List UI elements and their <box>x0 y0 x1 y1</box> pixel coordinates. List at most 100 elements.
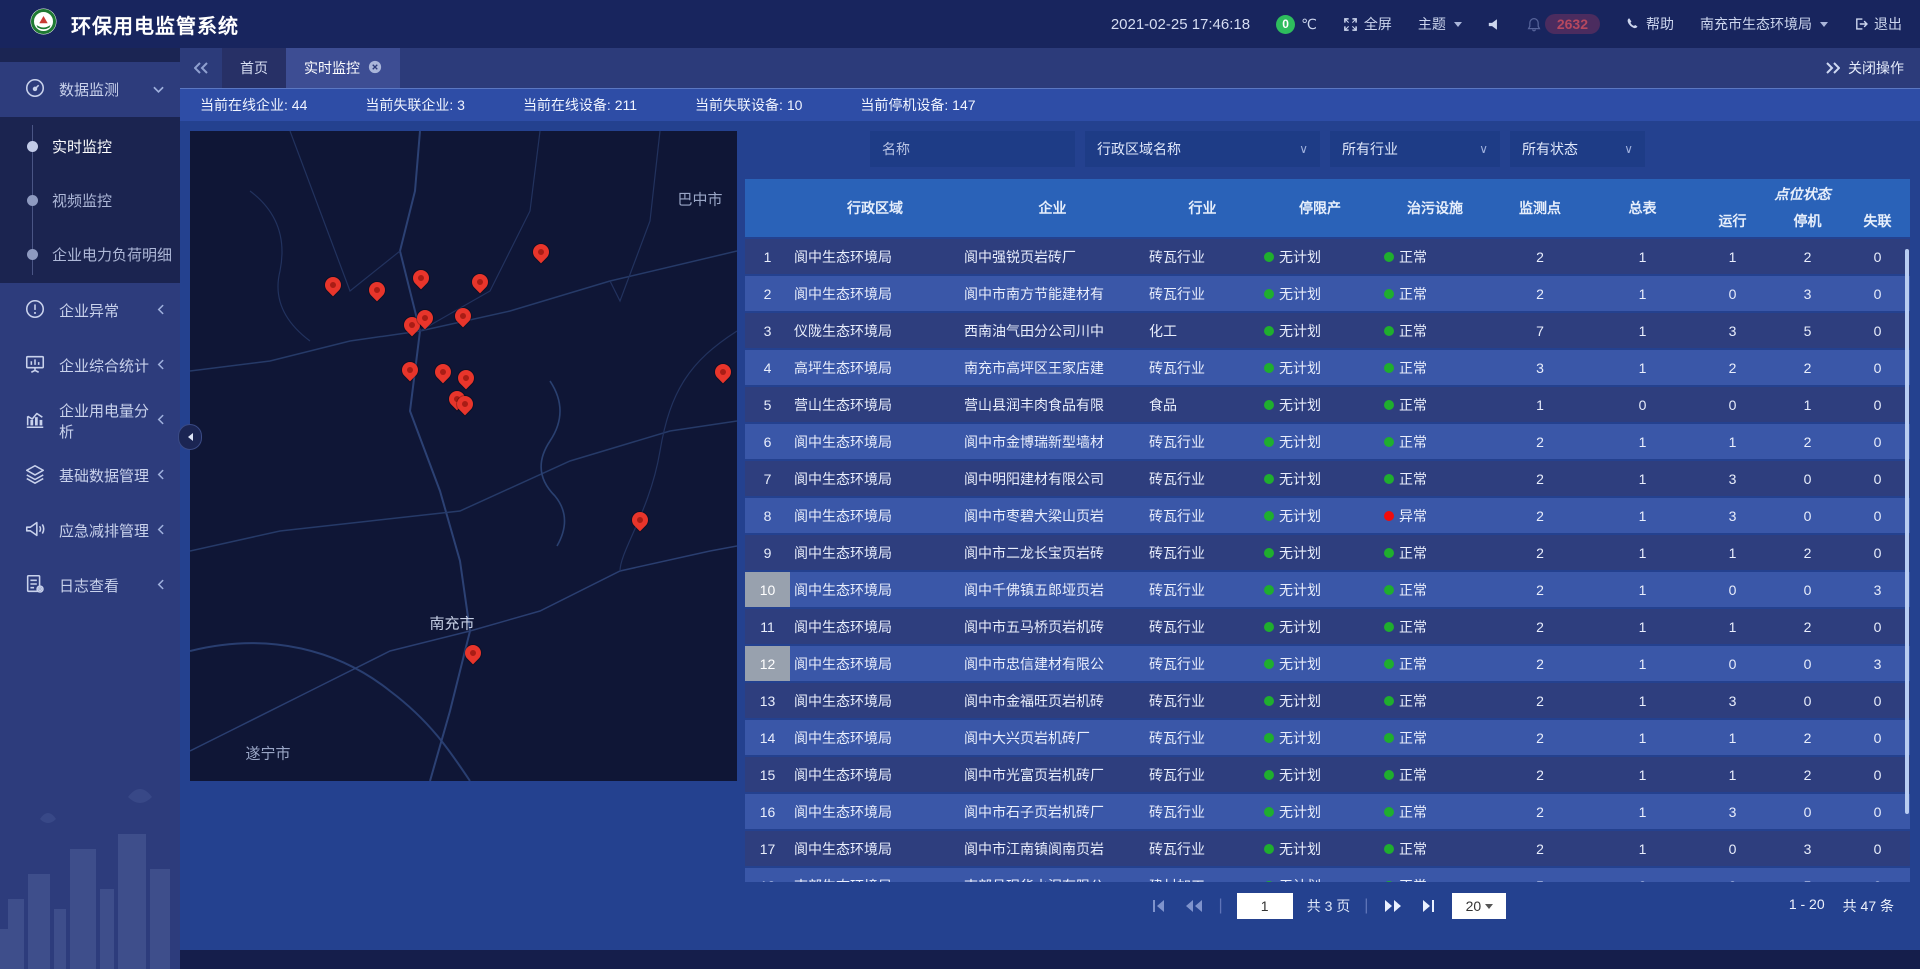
name-filter-input[interactable] <box>870 131 1075 167</box>
industry-filter-select[interactable]: 所有行业 ∨ <box>1330 131 1500 167</box>
region-filter-select[interactable]: 行政区域名称 ∨ <box>1085 131 1320 167</box>
table-row-14[interactable]: 14阆中生态环境局阆中大兴页岩机砖厂砖瓦行业无计划正常21120 <box>745 720 1910 755</box>
cell-region: 阆中生态环境局 <box>790 794 960 829</box>
cell-limit: 无计划 <box>1260 720 1380 755</box>
cell-index: 9 <box>745 535 790 570</box>
cell-region: 阆中生态环境局 <box>790 609 960 644</box>
last-page-button[interactable] <box>1418 899 1438 913</box>
cell-run: 1 <box>1695 609 1770 644</box>
cell-points: 2 <box>1490 239 1590 274</box>
page-size-select[interactable]: 20 <box>1452 893 1506 919</box>
chevron-down-icon <box>1820 22 1828 27</box>
cell-facility-label: 正常 <box>1399 247 1427 267</box>
cell-lost: 0 <box>1845 387 1910 422</box>
column-header-stop: 停机 <box>1770 205 1845 237</box>
fullscreen-button[interactable]: 全屏 <box>1343 14 1392 34</box>
logout-button[interactable]: 退出 <box>1854 14 1902 34</box>
status-dot-icon <box>1384 733 1394 743</box>
cell-facility: 正常 <box>1380 424 1490 459</box>
table-row-13[interactable]: 13阆中生态环境局阆中市金福旺页岩机砖砖瓦行业无计划正常21300 <box>745 683 1910 718</box>
table-row-3[interactable]: 3仪陇生态环境局西南油气田分公司川中化工无计划正常71350 <box>745 313 1910 348</box>
table-row-18[interactable]: 18南部生态环境局南部县珉华水泥有限公建材加工无计划正常50050 <box>745 868 1910 882</box>
cell-index: 14 <box>745 720 790 755</box>
mute-button[interactable] <box>1488 18 1501 31</box>
sidebar-item-log-view[interactable]: 日志查看 <box>0 558 180 613</box>
theme-menu-button[interactable]: 主题 <box>1418 14 1462 34</box>
sidebar-item-enterprise-stats[interactable]: 企业综合统计 <box>0 338 180 393</box>
first-page-button[interactable] <box>1149 899 1169 913</box>
tab-close-icon[interactable] <box>368 60 382 77</box>
prev-page-button[interactable] <box>1183 899 1205 913</box>
tab-home[interactable]: 首页 <box>222 48 286 88</box>
cell-company: 营山县润丰肉食品有限 <box>960 387 1145 422</box>
cell-region: 阆中生态环境局 <box>790 831 960 866</box>
sidebar-subitem-实时监控[interactable]: 实时监控 <box>0 119 180 173</box>
cell-industry: 砖瓦行业 <box>1145 794 1260 829</box>
cell-company: 阆中市金福旺页岩机砖 <box>960 683 1145 718</box>
cell-region: 阆中生态环境局 <box>790 276 960 311</box>
sidebar-item-base-data[interactable]: 基础数据管理 <box>0 448 180 503</box>
cell-stop: 0 <box>1770 572 1845 607</box>
cell-stop: 0 <box>1770 461 1845 496</box>
cell-industry: 化工 <box>1145 313 1260 348</box>
top-header: 环保用电监管系统 2021-02-25 17:46:18 0 ℃ 全屏 主题 <box>0 0 1920 48</box>
help-button[interactable]: 帮助 <box>1626 14 1674 34</box>
cell-stop: 0 <box>1770 794 1845 829</box>
status-dot-icon <box>1384 289 1394 299</box>
cell-stop: 0 <box>1770 498 1845 533</box>
close-operations-button[interactable]: 关闭操作 <box>1826 58 1920 78</box>
next-page-button[interactable] <box>1382 899 1404 913</box>
sidebar-subitem-视频监控[interactable]: 视频监控 <box>0 173 180 227</box>
cell-company: 阆中市二龙长宝页岩砖 <box>960 535 1145 570</box>
sidebar-subitem-企业电力负荷明细[interactable]: 企业电力负荷明细 <box>0 227 180 281</box>
cell-limit: 无计划 <box>1260 609 1380 644</box>
cell-industry: 砖瓦行业 <box>1145 461 1260 496</box>
org-menu-button[interactable]: 南充市生态环境局 <box>1700 14 1828 34</box>
cell-facility-label: 正常 <box>1399 432 1427 452</box>
status-dot-icon <box>1264 659 1274 669</box>
map-roads-decoration <box>190 131 737 781</box>
table-row-10[interactable]: 10阆中生态环境局阆中千佛镇五郎垭页岩砖瓦行业无计划正常21003 <box>745 572 1910 607</box>
table-row-11[interactable]: 11阆中生态环境局阆中市五马桥页岩机砖砖瓦行业无计划正常21120 <box>745 609 1910 644</box>
status-dot-icon <box>1264 363 1274 373</box>
page-number-input[interactable] <box>1237 893 1293 919</box>
cell-facility-label: 正常 <box>1399 839 1427 859</box>
table-row-8[interactable]: 8阆中生态环境局阆中市枣碧大梁山页岩砖瓦行业无计划异常21300 <box>745 498 1910 533</box>
table-row-5[interactable]: 5营山生态环境局营山县润丰肉食品有限食品无计划正常10010 <box>745 387 1910 422</box>
sidebar-item-enterprise-abnormal[interactable]: 企业异常 <box>0 283 180 338</box>
cell-stop: 5 <box>1770 868 1845 882</box>
tab-scroll-left-button[interactable] <box>180 48 222 88</box>
map-panel[interactable]: 巴中市南充市遂宁市 <box>190 131 737 781</box>
cell-run: 0 <box>1695 276 1770 311</box>
cell-points: 2 <box>1490 535 1590 570</box>
table-row-15[interactable]: 15阆中生态环境局阆中市光富页岩机砖厂砖瓦行业无计划正常21120 <box>745 757 1910 792</box>
table-row-1[interactable]: 1阆中生态环境局阆中强锐页岩砖厂砖瓦行业无计划正常21120 <box>745 239 1910 274</box>
sidebar-item-data-monitor[interactable]: 数据监测 <box>0 62 180 117</box>
table-row-9[interactable]: 9阆中生态环境局阆中市二龙长宝页岩砖砖瓦行业无计划正常21120 <box>745 535 1910 570</box>
sidebar-item-label: 企业综合统计 <box>59 355 157 376</box>
cell-company: 阆中市忠信建材有限公 <box>960 646 1145 681</box>
table-row-6[interactable]: 6阆中生态环境局阆中市金博瑞新型墙材砖瓦行业无计划正常21120 <box>745 424 1910 459</box>
map-collapse-handle[interactable] <box>178 424 202 450</box>
table-row-4[interactable]: 4高坪生态环境局南充市高坪区王家店建砖瓦行业无计划正常31220 <box>745 350 1910 385</box>
notification-count-badge[interactable]: 2632 <box>1545 14 1600 34</box>
table-row-7[interactable]: 7阆中生态环境局阆中明阳建材有限公司砖瓦行业无计划正常21300 <box>745 461 1910 496</box>
cell-limit: 无计划 <box>1260 387 1380 422</box>
sidebar-item-emergency-reduction[interactable]: 应急减排管理 <box>0 503 180 558</box>
table-row-17[interactable]: 17阆中生态环境局阆中市江南镇阆南页岩砖瓦行业无计划正常21030 <box>745 831 1910 866</box>
table-scrollbar[interactable] <box>1905 249 1909 814</box>
cell-stop: 2 <box>1770 609 1845 644</box>
sidebar-item-power-analysis[interactable]: 企业用电量分析 <box>0 393 180 448</box>
table-row-16[interactable]: 16阆中生态环境局阆中市石子页岩机砖厂砖瓦行业无计划正常21300 <box>745 794 1910 829</box>
gauge-icon <box>24 77 46 103</box>
table-row-2[interactable]: 2阆中生态环境局阆中市南方节能建材有砖瓦行业无计划正常21030 <box>745 276 1910 311</box>
status-filter-select[interactable]: 所有状态 ∨ <box>1510 131 1645 167</box>
cell-meters: 1 <box>1590 794 1695 829</box>
tab-realtime-monitor[interactable]: 实时监控 <box>286 48 400 88</box>
notifications[interactable]: 2632 <box>1527 14 1600 34</box>
chevron-left-icon <box>157 467 164 484</box>
table-row-12[interactable]: 12阆中生态环境局阆中市忠信建材有限公砖瓦行业无计划正常21003 <box>745 646 1910 681</box>
datetime: 2021-02-25 17:46:18 <box>1111 16 1250 33</box>
cell-company: 阆中强锐页岩砖厂 <box>960 239 1145 274</box>
cell-meters: 1 <box>1590 609 1695 644</box>
